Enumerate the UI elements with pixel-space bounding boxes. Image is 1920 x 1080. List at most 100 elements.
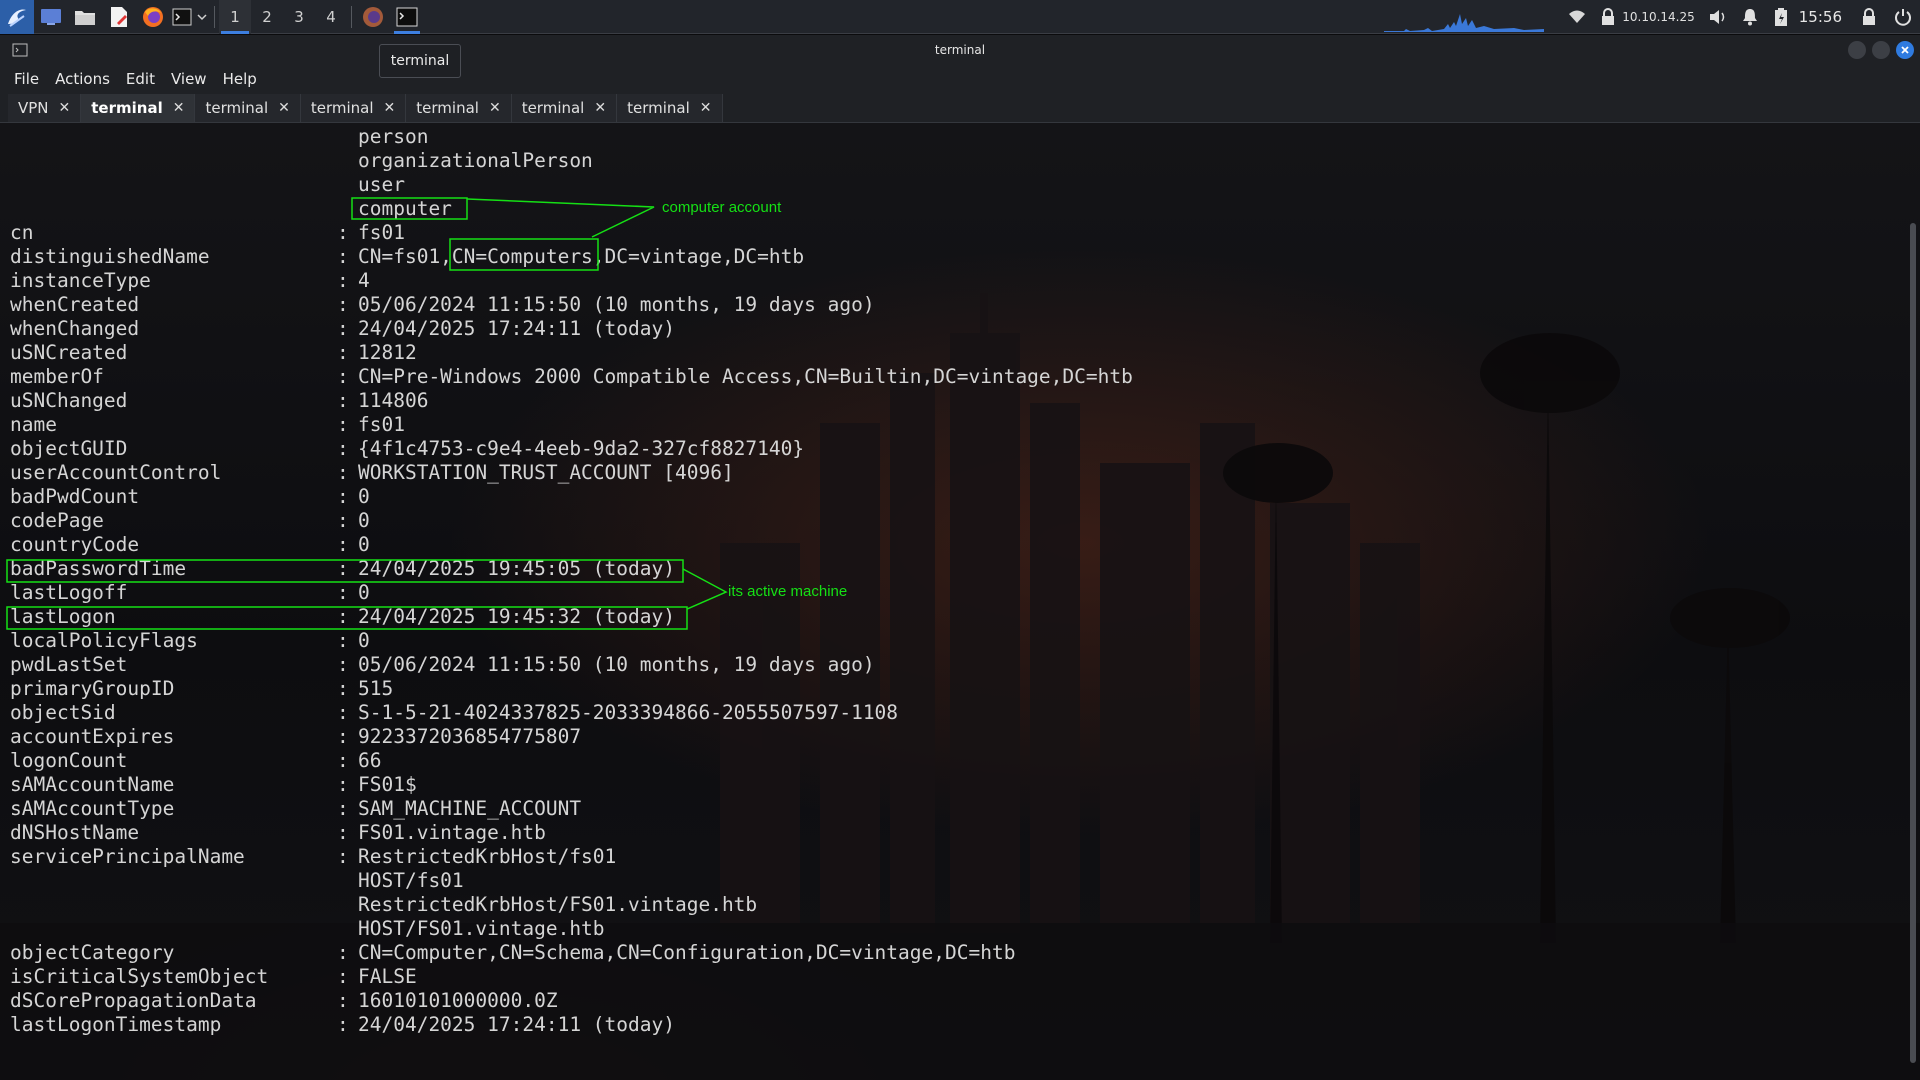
attribute-separator: : xyxy=(337,965,349,988)
attribute-separator: : xyxy=(337,629,349,652)
terminal-icon[interactable] xyxy=(170,0,194,34)
terminal-output-area[interactable]: person organizationalPerson user computer cn… xyxy=(0,123,1920,1080)
close-icon[interactable]: ✕ xyxy=(59,100,71,116)
firefox-icon[interactable] xyxy=(136,0,170,34)
desktop-icon[interactable] xyxy=(34,0,68,34)
close-button[interactable] xyxy=(1896,41,1914,59)
close-icon[interactable]: ✕ xyxy=(384,100,396,116)
attribute-name: countryCode xyxy=(10,533,140,556)
attribute-value: 12812 xyxy=(358,341,417,364)
close-icon[interactable]: ✕ xyxy=(173,100,185,116)
tab-terminal[interactable]: terminal ✕ xyxy=(195,94,301,122)
terminal-line: distinguishedName: CN=fs01,CN=Computers,D… xyxy=(10,245,1133,269)
close-icon[interactable]: ✕ xyxy=(489,100,501,116)
menu-view[interactable]: View xyxy=(171,70,207,88)
attribute-name: distinguishedName xyxy=(10,245,210,268)
bell-icon[interactable] xyxy=(1733,0,1767,34)
workspace-3[interactable]: 3 xyxy=(283,0,315,34)
terminal-line: computer xyxy=(10,197,1133,221)
menu-file[interactable]: File xyxy=(14,70,39,88)
tab-label: terminal xyxy=(416,99,479,117)
attribute-value: computer xyxy=(358,197,452,220)
attribute-name: memberOf xyxy=(10,365,104,388)
attribute-name: logonCount xyxy=(10,749,128,772)
attribute-separator: : xyxy=(337,461,349,484)
power-icon[interactable] xyxy=(1886,0,1920,34)
attribute-separator: : xyxy=(337,701,349,724)
attribute-separator: : xyxy=(337,557,349,580)
tab-terminal[interactable]: terminal ✕ xyxy=(617,94,723,122)
clock[interactable]: 15:56 xyxy=(1799,8,1842,26)
tab-terminal[interactable]: terminal ✕ xyxy=(300,94,407,122)
attribute-value: 4 xyxy=(358,269,370,292)
terminal-line: pwdLastSet:05/06/2024 11:15:50 (10 month… xyxy=(10,653,1133,677)
tab-terminal[interactable]: terminal ✕ xyxy=(406,94,512,122)
terminal-task-icon[interactable] xyxy=(390,0,424,34)
menu-help[interactable]: Help xyxy=(223,70,257,88)
panel-separator xyxy=(351,5,352,28)
attribute-name: objectSid xyxy=(10,701,116,724)
menu-edit[interactable]: Edit xyxy=(126,70,155,88)
attribute-value: 24/04/2025 19:45:32 (today) xyxy=(358,605,675,628)
terminal-line: badPasswordTime:24/04/2025 19:45:05 (tod… xyxy=(10,557,1133,581)
battery-icon[interactable] xyxy=(1767,0,1795,34)
attribute-separator: : xyxy=(337,269,349,292)
dropdown-icon[interactable] xyxy=(194,0,210,34)
terminal-line: uSNCreated:12812 xyxy=(10,341,1133,365)
tab-vpn[interactable]: VPN ✕ xyxy=(8,94,82,122)
terminal-line: name: fs01 xyxy=(10,413,1133,437)
terminal-line: objectSid: S-1-5-21-4024337825-2033394866… xyxy=(10,701,1133,725)
vpn-lock-icon[interactable] xyxy=(1594,0,1622,34)
tab-label: terminal xyxy=(205,99,269,117)
minimize-button[interactable] xyxy=(1848,41,1866,59)
close-icon[interactable]: ✕ xyxy=(700,100,712,116)
workspace-1[interactable]: 1 xyxy=(219,0,251,34)
attribute-value: HOST/fs01 xyxy=(358,869,464,892)
tab-terminal[interactable]: terminal ✕ xyxy=(511,94,618,122)
close-icon[interactable]: ✕ xyxy=(594,100,606,116)
scrollbar[interactable] xyxy=(1910,223,1916,1063)
attribute-name: userAccountControl xyxy=(10,461,222,484)
attribute-value: 0 xyxy=(358,581,370,604)
network-graph xyxy=(1384,14,1545,32)
attribute-name: localPolicyFlags xyxy=(10,629,198,652)
attribute-separator: : xyxy=(337,365,349,388)
attribute-separator: : xyxy=(337,773,349,796)
terminal-line: countryCode:0 xyxy=(10,533,1133,557)
window-titlebar[interactable]: terminal xyxy=(0,35,1920,65)
attribute-value: person xyxy=(358,125,429,148)
terminal-line: cn: fs01 xyxy=(10,221,1133,245)
menu-actions[interactable]: Actions xyxy=(55,70,110,88)
maximize-button[interactable] xyxy=(1872,41,1890,59)
terminal-line: HOST/FS01.vintage.htb xyxy=(10,917,1133,941)
close-icon[interactable]: ✕ xyxy=(278,100,290,116)
window-menu-icon[interactable] xyxy=(12,43,28,57)
attribute-name: codePage xyxy=(10,509,104,532)
attribute-value: FS01$ xyxy=(358,773,417,796)
terminal-line: sAMAccountName: FS01$ xyxy=(10,773,1133,797)
top-panel: 1 2 3 4 10.10.14.25 15:56 xyxy=(0,0,1920,34)
attribute-separator: : xyxy=(337,509,349,532)
text-editor-icon[interactable] xyxy=(102,0,136,34)
attribute-name: dNSHostName xyxy=(10,821,140,844)
lock-icon[interactable] xyxy=(1852,0,1886,34)
attribute-value: FALSE xyxy=(358,965,417,988)
wifi-icon[interactable] xyxy=(1560,0,1594,34)
attribute-name: whenCreated xyxy=(10,293,140,316)
volume-icon[interactable] xyxy=(1703,0,1733,34)
attribute-name: instanceType xyxy=(10,269,151,292)
attribute-separator: : xyxy=(337,725,349,748)
tab-terminal-active[interactable]: terminal ✕ xyxy=(81,94,196,122)
folder-icon[interactable] xyxy=(68,0,102,34)
attribute-value: WORKSTATION_TRUST_ACCOUNT [4096] xyxy=(358,461,734,484)
window-title: terminal xyxy=(934,43,986,57)
workspace-4[interactable]: 4 xyxy=(315,0,347,34)
firefox-task-icon[interactable] xyxy=(356,0,390,34)
attribute-value: user xyxy=(358,173,405,196)
kali-menu-icon[interactable] xyxy=(0,0,34,34)
attribute-value: {4f1c4753-c9e4-4eeb-9da2-327cf8827140} xyxy=(358,437,805,460)
workspace-2[interactable]: 2 xyxy=(251,0,283,34)
